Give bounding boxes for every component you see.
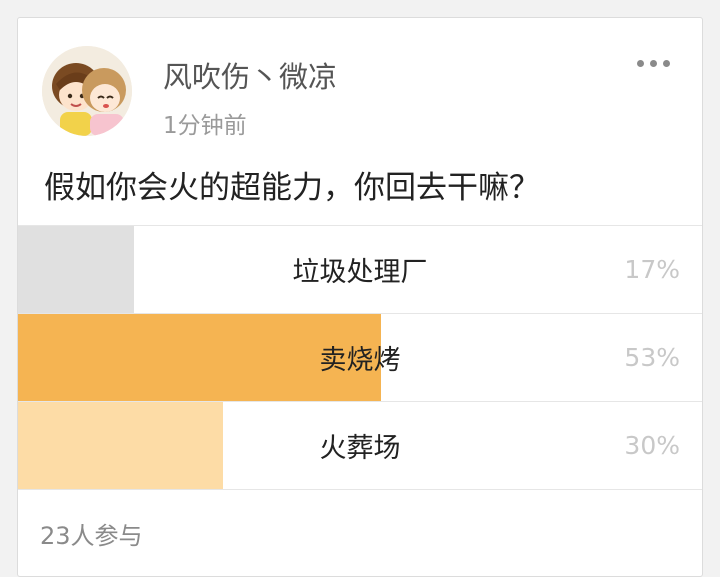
poll-option-2[interactable]: 火葬场 30% <box>18 402 702 490</box>
participant-count: 23人参与 <box>40 522 143 550</box>
poll-option-label: 火葬场 <box>319 433 401 464</box>
poll-option-1[interactable]: 卖烧烤 53% <box>18 314 702 402</box>
poll-option-percent: 17% <box>624 255 680 284</box>
poll-option-percent: 30% <box>624 431 680 460</box>
poll-option-0[interactable]: 垃圾处理厂 17% <box>18 226 702 314</box>
poll-option-percent: 53% <box>624 343 680 372</box>
dot <box>650 60 657 67</box>
poll-card: 风吹伤丶微凉 1分钟前 假如你会火的超能力，你回去干嘛？ 垃圾处理厂 17% 卖… <box>17 17 703 577</box>
more-dots-icon[interactable] <box>633 56 674 71</box>
avatar[interactable] <box>42 46 132 136</box>
poll-option-label: 垃圾处理厂 <box>292 257 428 288</box>
poll-question: 假如你会火的超能力，你回去干嘛？ <box>44 170 540 206</box>
poll-options: 垃圾处理厂 17% 卖烧烤 53% 火葬场 30% <box>18 225 702 490</box>
post-time: 1分钟前 <box>163 113 247 139</box>
dot <box>663 60 670 67</box>
poll-option-label: 卖烧烤 <box>319 345 401 376</box>
username[interactable]: 风吹伤丶微凉 <box>163 54 337 96</box>
dot <box>637 60 644 67</box>
